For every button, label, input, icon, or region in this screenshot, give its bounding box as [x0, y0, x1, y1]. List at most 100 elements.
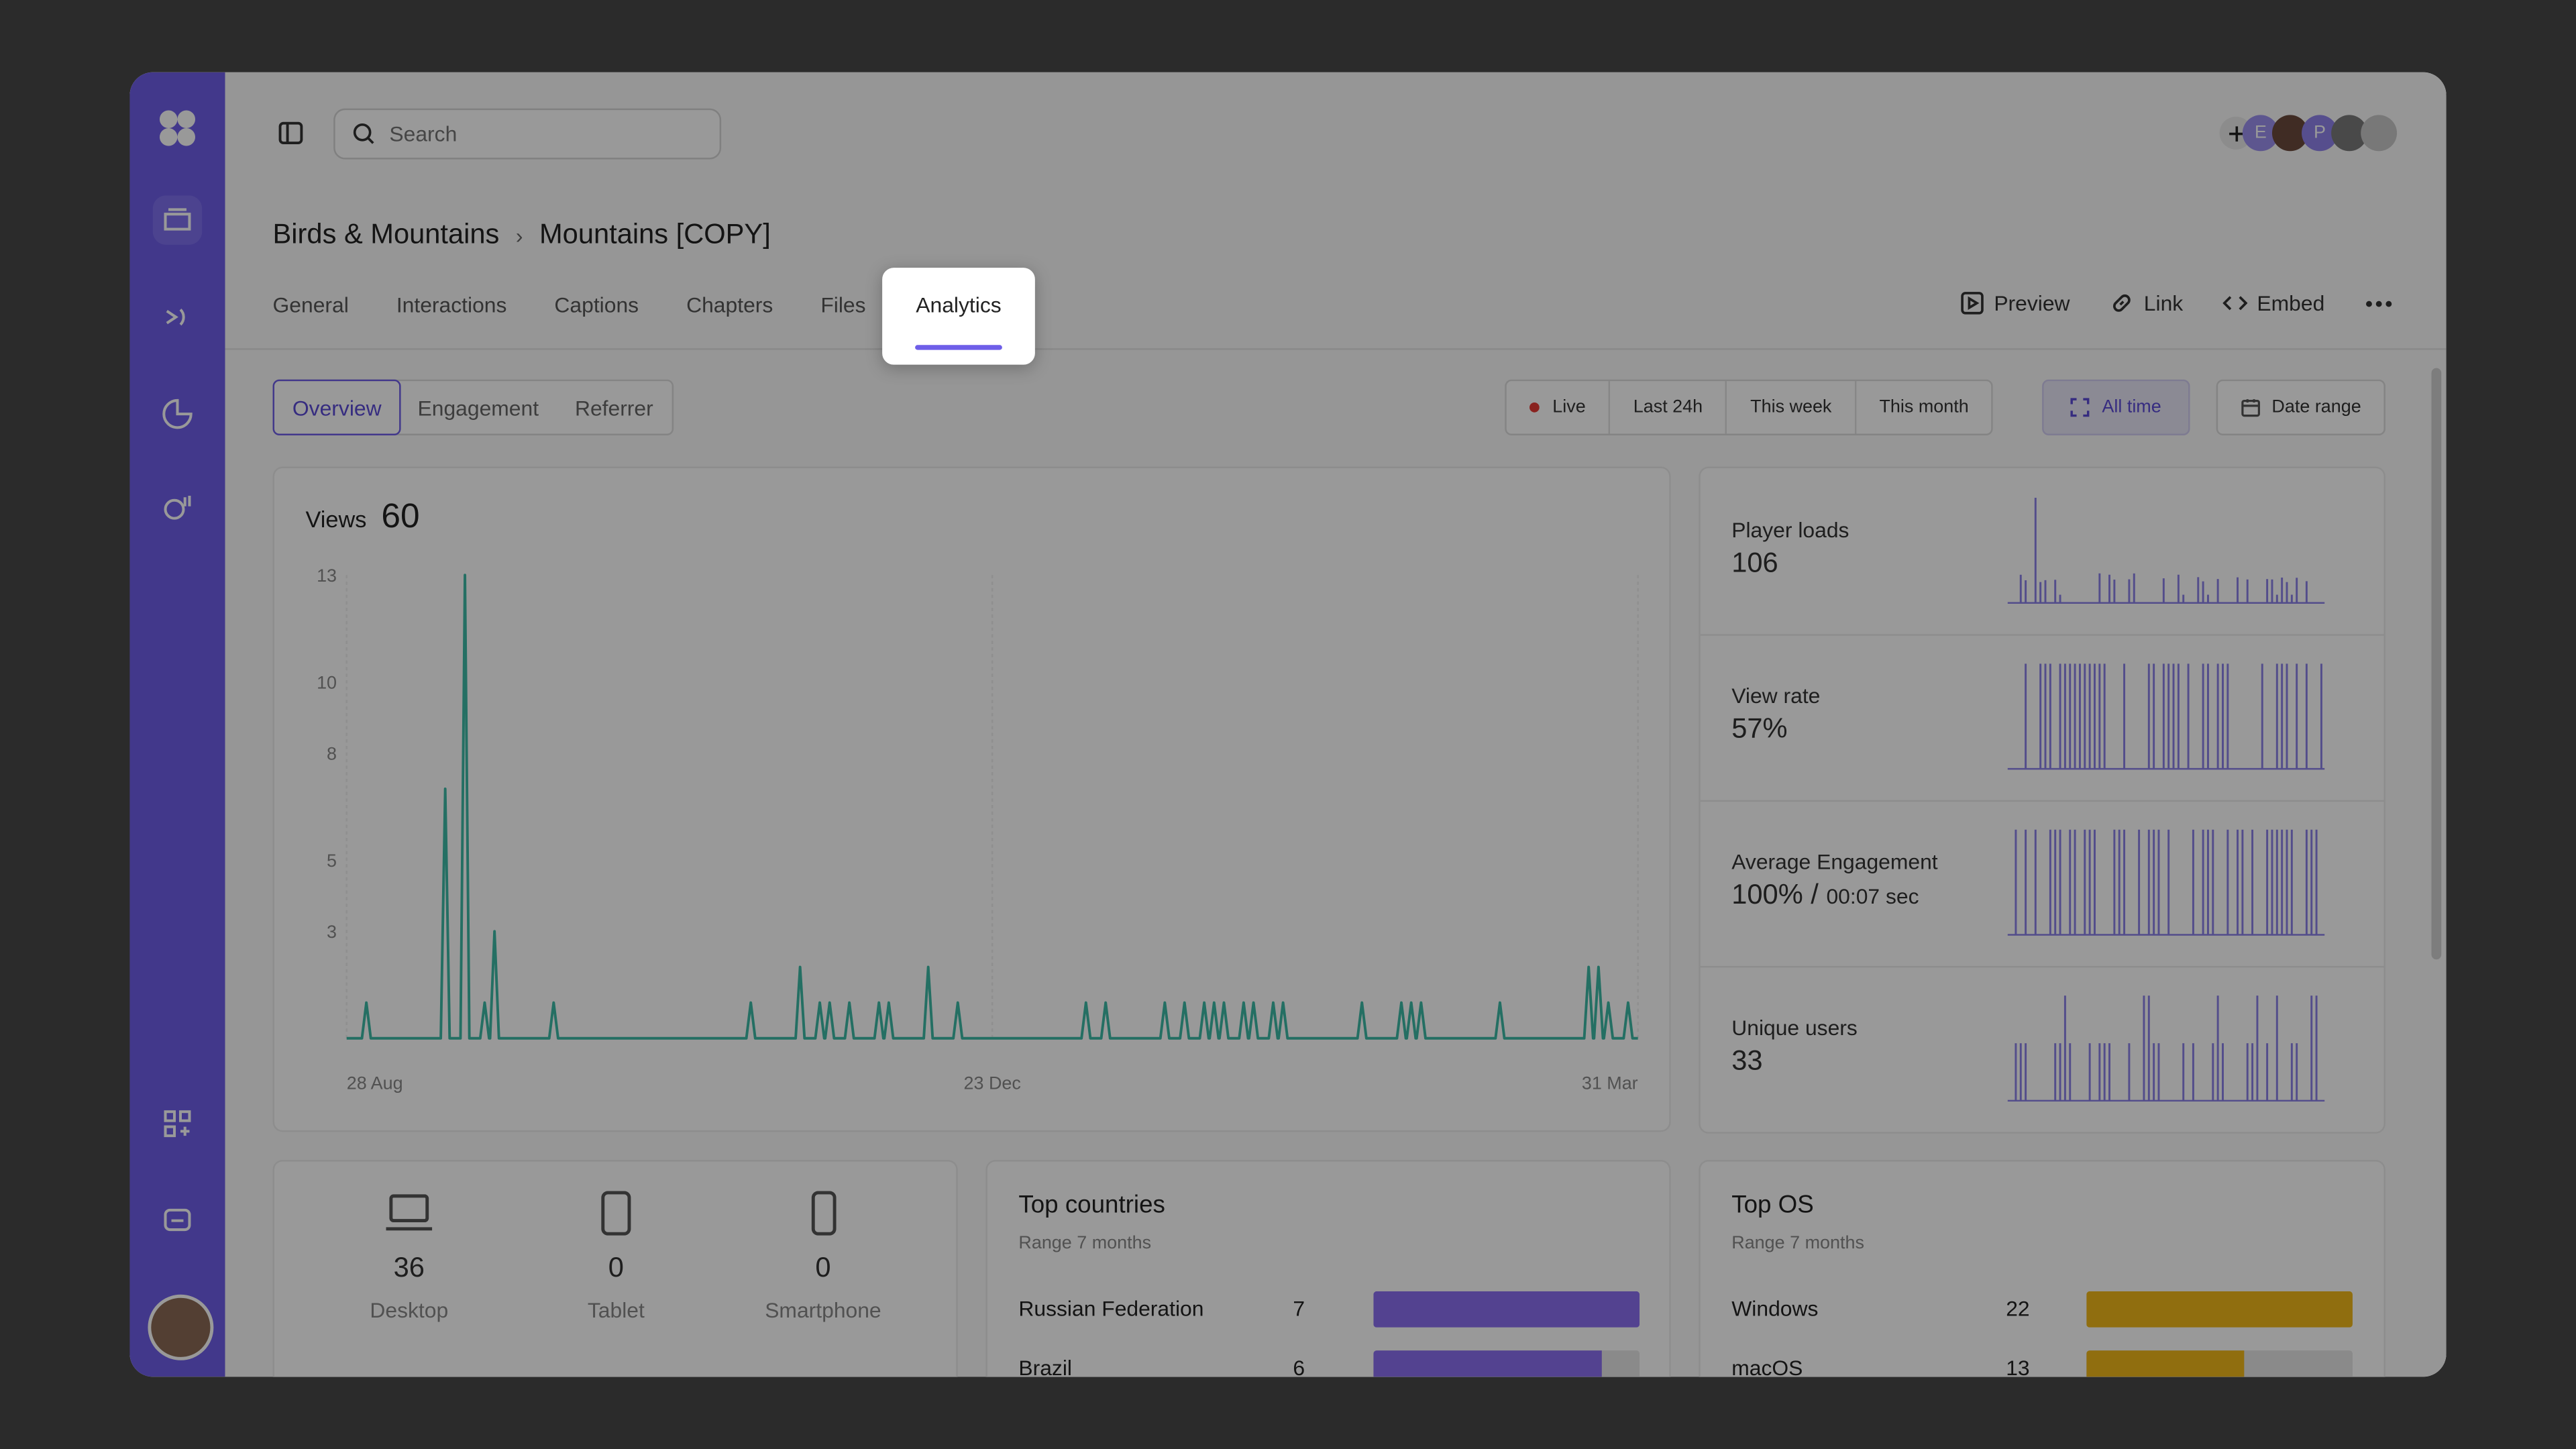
range-live[interactable]: Live: [1507, 381, 1611, 434]
country-bar-track: [1373, 1350, 1640, 1377]
app-window: E P Birds & Mountains › Mountains [COPY]…: [129, 72, 2447, 1377]
metric-unique-users: Unique users 33: [1701, 966, 2384, 1132]
analytics-subtabs: Overview Engagement Referrer: [272, 379, 674, 435]
country-name: Brazil: [1018, 1355, 1073, 1377]
more-menu-button[interactable]: [2364, 298, 2394, 308]
country-name: Russian Federation: [1018, 1296, 1204, 1321]
device-desktop: 36 Desktop: [319, 1191, 499, 1323]
date-range-button[interactable]: Date range: [2216, 379, 2385, 435]
card-title: Top OS: [1731, 1191, 1814, 1220]
country-bar: [1373, 1350, 1603, 1377]
unique-users-sparkline: [2007, 996, 2325, 1102]
breadcrumb-parent[interactable]: Birds & Mountains: [273, 219, 500, 252]
os-name: macOS: [1731, 1355, 1803, 1377]
subtab-engagement[interactable]: Engagement: [400, 381, 557, 433]
metrics-card: Player loads 106 View rate 57% Average E…: [1699, 466, 2385, 1134]
os-name: Windows: [1731, 1296, 1819, 1321]
x-tick-label: 23 Dec: [964, 1073, 1021, 1093]
country-row: Russian Federation 7: [1018, 1291, 1643, 1328]
range-this-month[interactable]: This month: [1856, 381, 1992, 433]
logo-icon[interactable]: [153, 103, 202, 152]
range-all-time[interactable]: All time: [2042, 379, 2190, 435]
apps-icon[interactable]: [153, 1099, 202, 1148]
player-loads-sparkline: [2007, 498, 2325, 604]
play-icon: [1960, 292, 1984, 315]
metric-player-loads: Player loads 106: [1700, 468, 2384, 636]
avatar[interactable]: [148, 1294, 214, 1360]
top-os-card: Top OS Range 7 months Windows 22 macOS 1…: [1699, 1159, 2385, 1377]
device-count: 0: [608, 1252, 624, 1283]
os-bar: [2086, 1350, 2244, 1377]
subtab-referrer[interactable]: Referrer: [557, 381, 672, 433]
os-count: 13: [2006, 1355, 2030, 1377]
card-subtitle: Range 7 months: [1018, 1234, 1152, 1254]
sidebar-toggle-icon[interactable]: [278, 120, 304, 154]
device-tablet: 0 Tablet: [526, 1191, 706, 1323]
expand-icon: [2071, 398, 2090, 417]
country-count: 6: [1293, 1355, 1305, 1377]
time-range-selector: Live Last 24h This week This month: [1505, 379, 1994, 435]
tab-files[interactable]: Files: [820, 286, 865, 323]
devices-card: 36 Desktop 0 Tablet 0 Smartphone: [272, 1159, 958, 1377]
collaborator-avatars: E P: [2242, 115, 2398, 152]
tab-analytics-label: Analytics: [916, 292, 1002, 317]
smartphone-icon: [811, 1191, 837, 1236]
range-last-24h[interactable]: Last 24h: [1610, 381, 1727, 434]
embed-label: Embed: [2257, 290, 2325, 316]
metric-value: 57%: [1731, 712, 1788, 745]
chevron-right-icon: ›: [515, 222, 523, 248]
metric-view-rate: View rate 57%: [1700, 634, 2384, 802]
preview-button[interactable]: Preview: [1960, 290, 2070, 315]
range-this-week[interactable]: This week: [1727, 381, 1857, 434]
link-button[interactable]: Link: [2109, 290, 2183, 315]
link-label: Link: [2143, 290, 2184, 316]
subtab-overview[interactable]: Overview: [272, 379, 402, 435]
country-bar: [1373, 1291, 1640, 1328]
x-tick-label: 28 Aug: [347, 1073, 403, 1093]
metric-label: Player loads: [1731, 517, 1849, 543]
broadcast-icon[interactable]: [153, 292, 202, 341]
device-count: 36: [393, 1252, 425, 1283]
card-title: Top countries: [1018, 1191, 1165, 1220]
os-bar-track: [2086, 1291, 2353, 1328]
more-icon: [2366, 300, 2392, 307]
left-rail: [129, 72, 225, 1377]
metric-label: Average Engagement: [1731, 849, 1938, 874]
tab-analytics[interactable]: Analytics: [882, 268, 1035, 365]
search-input[interactable]: [386, 119, 689, 148]
device-label: Tablet: [587, 1297, 645, 1323]
code-icon: [2222, 296, 2247, 311]
y-tick-label: 5: [327, 851, 337, 871]
metric-average-engagement: Average Engagement 100% / 00:07 sec: [1700, 800, 2384, 968]
divider: [225, 348, 2447, 350]
live-dot-icon: [1529, 402, 1540, 413]
y-tick-label: 8: [327, 744, 337, 764]
device-smartphone: 0 Smartphone: [733, 1191, 913, 1323]
country-bar-track: [1373, 1291, 1640, 1328]
tab-general[interactable]: General: [273, 286, 349, 323]
main-area: E P Birds & Mountains › Mountains [COPY]…: [225, 72, 2447, 1377]
pie-chart-icon[interactable]: [153, 389, 202, 438]
device-label: Smartphone: [765, 1297, 881, 1323]
engagement-percent: 100%: [1731, 879, 1803, 910]
avatar[interactable]: [2361, 115, 2398, 152]
active-tab-indicator: [915, 345, 1002, 350]
device-label: Desktop: [370, 1297, 449, 1323]
range-live-label: Live: [1552, 397, 1586, 418]
library-icon[interactable]: [152, 195, 203, 245]
views-chart: 13 10 8 5 3 28 Aug 23 Dec 31 Mar: [317, 566, 1639, 1093]
os-count: 22: [2006, 1296, 2030, 1321]
os-bar: [2086, 1291, 2353, 1328]
tab-captions[interactable]: Captions: [554, 286, 639, 323]
embed-button[interactable]: Embed: [2222, 290, 2324, 315]
tab-bar: General Interactions Captions Chapters F…: [273, 286, 914, 323]
webinar-icon[interactable]: [153, 484, 202, 533]
calendar-icon: [2241, 399, 2260, 417]
search-box[interactable]: [333, 108, 722, 160]
tab-chapters[interactable]: Chapters: [686, 286, 773, 323]
scrollbar[interactable]: [2431, 368, 2442, 960]
tab-interactions[interactable]: Interactions: [396, 286, 507, 323]
view-rate-sparkline: [2007, 663, 2325, 770]
chat-icon[interactable]: [153, 1196, 202, 1245]
metric-value: 100% / 00:07 sec: [1731, 879, 1919, 910]
